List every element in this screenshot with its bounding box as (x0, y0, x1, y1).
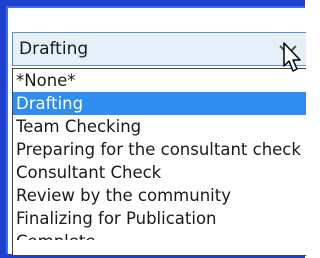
list-item-team-checking[interactable]: Team Checking (13, 115, 306, 138)
list-item-preparing-consultant-check[interactable]: Preparing for the consultant check (13, 138, 306, 161)
list-item-none[interactable]: *None* (13, 69, 306, 92)
stage-dropdown-list[interactable]: *None* Drafting Team Checking Preparing … (12, 68, 306, 256)
list-item-finalizing-publication[interactable]: Finalizing for Publication (13, 207, 306, 230)
list-item-complete[interactable]: Complete (13, 230, 306, 240)
stage-combobox[interactable]: Drafting (12, 32, 306, 66)
list-item-drafting[interactable]: Drafting (13, 92, 306, 115)
list-item-community-review[interactable]: Review by the community (13, 184, 306, 207)
mouse-pointer-icon (283, 42, 301, 72)
combobox-value: Drafting (19, 39, 89, 59)
list-item-consultant-check[interactable]: Consultant Check (13, 161, 306, 184)
